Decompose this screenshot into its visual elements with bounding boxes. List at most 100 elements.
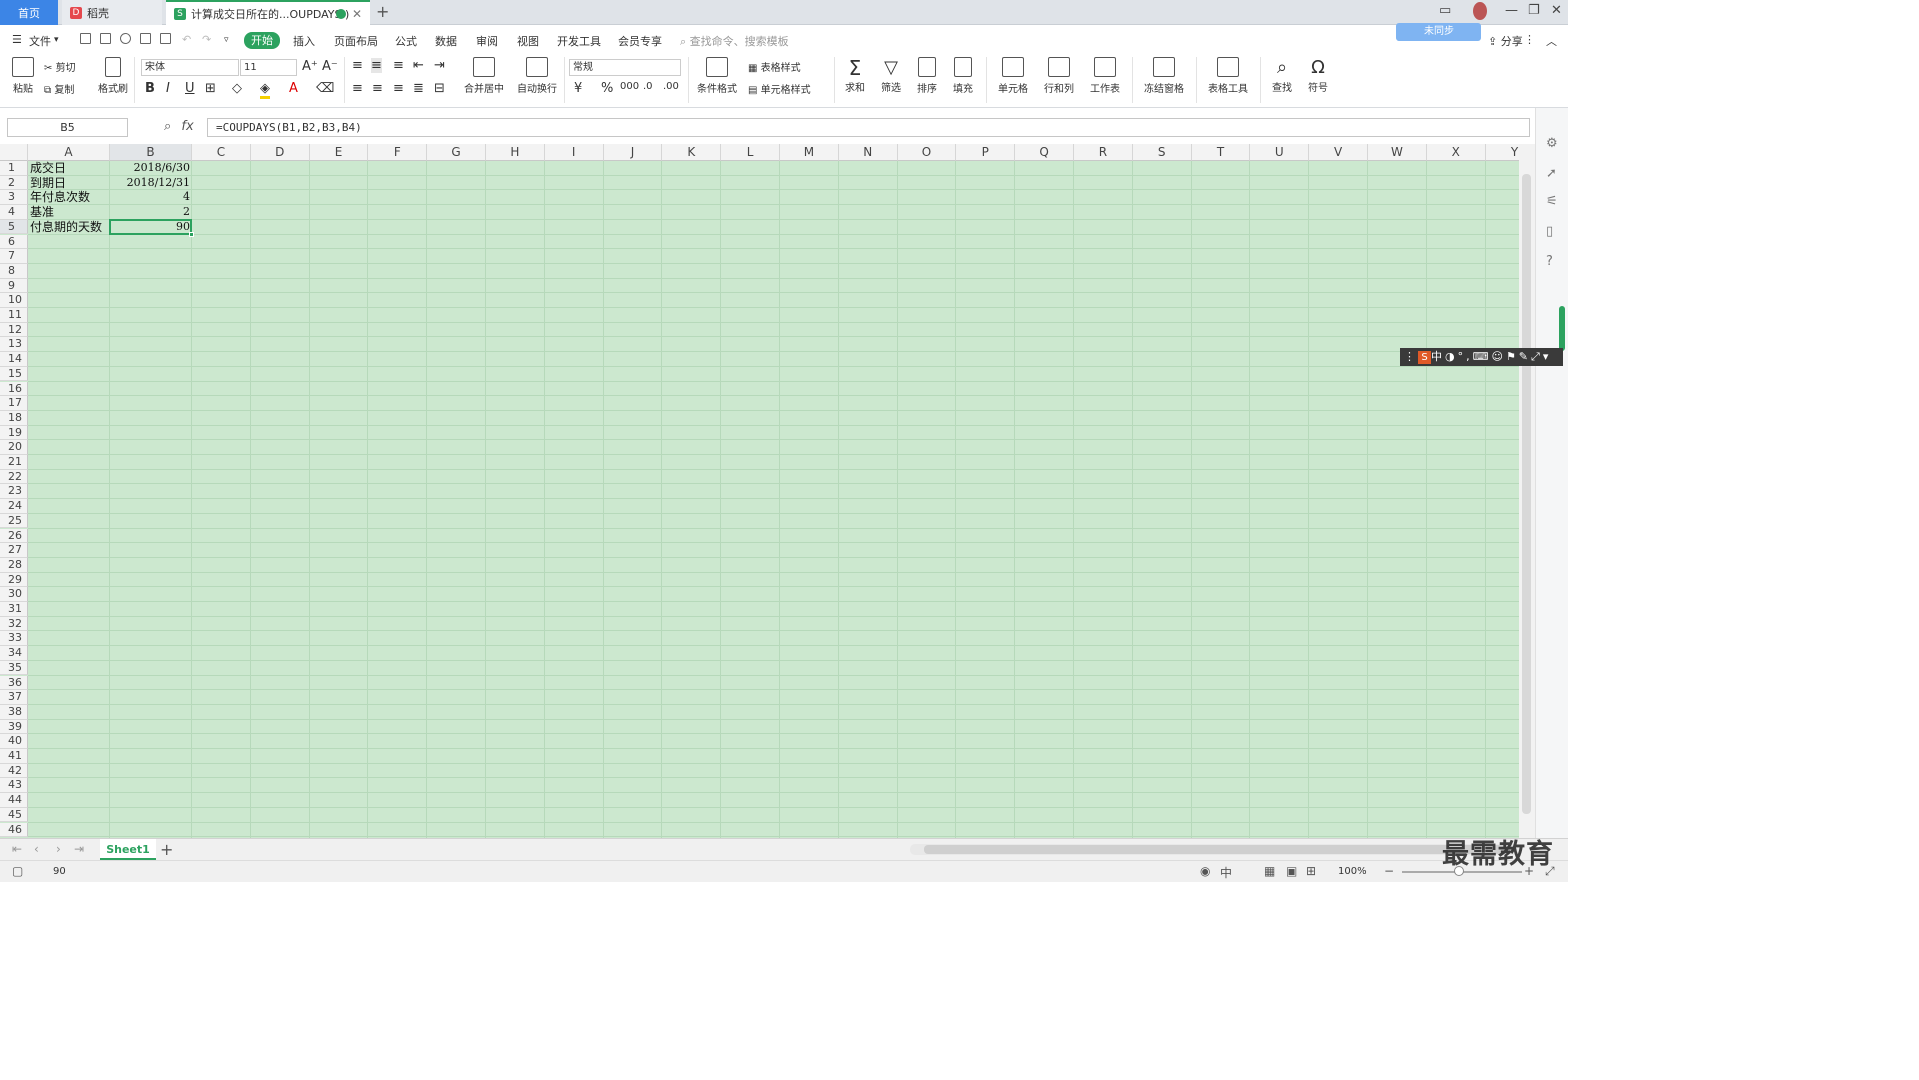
cursor-icon[interactable]: ➚ — [1546, 166, 1557, 181]
conditional-format-button[interactable]: 条件格式 — [692, 57, 742, 95]
justify-icon[interactable]: ≣ — [413, 81, 424, 96]
ime-toolbar[interactable]: ⋮ S 中◑°,⌨☺⚑✎⤢▾ — [1400, 348, 1563, 366]
page-layout-view-icon[interactable]: ▣ — [1286, 864, 1297, 878]
worksheet-button[interactable]: 工作表 — [1084, 57, 1126, 95]
cell-b3[interactable]: 4 — [110, 190, 192, 205]
row-header-29[interactable]: 29 — [0, 572, 28, 588]
cell-a5[interactable]: 付息期的天数 — [30, 220, 110, 235]
indent-icon[interactable]: ⇥ — [434, 58, 445, 73]
help-icon[interactable]: ? — [1546, 254, 1553, 269]
first-sheet-icon[interactable]: ⇤ — [12, 842, 22, 856]
column-header-f[interactable]: F — [368, 144, 428, 161]
fill-button[interactable]: 填充 — [948, 57, 978, 95]
column-header-h[interactable]: H — [486, 144, 545, 161]
row-header-12[interactable]: 12 — [0, 322, 28, 338]
align-middle-icon[interactable]: ≡ — [371, 58, 382, 73]
italic-icon[interactable]: I — [166, 81, 170, 96]
decrease-font-icon[interactable]: A⁻ — [322, 59, 338, 74]
export-icon[interactable] — [120, 33, 131, 44]
zoom-out-icon[interactable]: − — [1384, 864, 1394, 878]
align-bottom-icon[interactable]: ≡ — [393, 58, 404, 73]
cell-a2[interactable]: 到期日 — [30, 176, 110, 191]
collapse-ribbon-icon[interactable]: ︿ — [1546, 33, 1557, 49]
column-header-p[interactable]: P — [956, 144, 1016, 161]
column-header-d[interactable]: D — [250, 144, 310, 161]
font-name-select[interactable]: 宋体 — [141, 59, 239, 76]
row-header-3[interactable]: 3 — [0, 190, 28, 206]
horizontal-scrollbar[interactable] — [910, 844, 1520, 855]
row-header-4[interactable]: 4 — [0, 205, 28, 220]
align-center-icon[interactable]: ≡ — [372, 81, 383, 96]
cell-a1[interactable]: 成交日 — [30, 161, 110, 176]
row-header-1[interactable]: 1 — [0, 161, 28, 176]
menu-review[interactable]: 审阅 — [476, 33, 498, 49]
column-header-m[interactable]: M — [780, 144, 839, 161]
sheet-tab-sheet1[interactable]: Sheet1 — [100, 839, 156, 860]
close-tab-icon[interactable]: ✕ — [352, 7, 362, 21]
new-tab-button[interactable]: + — [376, 2, 389, 21]
align-left-icon[interactable]: ≡ — [352, 81, 363, 96]
window-mode-icon[interactable]: ▭ — [1439, 3, 1451, 18]
menu-view[interactable]: 视图 — [517, 33, 539, 49]
horizontal-scroll-thumb[interactable] — [924, 845, 1514, 854]
menu-start[interactable]: 开始 — [244, 32, 280, 49]
print-preview-icon[interactable] — [160, 33, 171, 44]
status-ime[interactable]: 中 — [1220, 864, 1232, 881]
row-header-21[interactable]: 21 — [0, 455, 28, 470]
column-header-a[interactable]: A — [28, 144, 110, 161]
cell-fill-style-icon[interactable]: ◇ — [232, 81, 242, 96]
tab-home[interactable]: 首页 — [0, 0, 58, 25]
column-header-w[interactable]: W — [1368, 144, 1427, 161]
more-icon[interactable]: ⋮ — [1524, 33, 1535, 46]
row-header-8[interactable]: 8 — [0, 263, 28, 279]
menu-insert[interactable]: 插入 — [293, 33, 315, 49]
last-sheet-icon[interactable]: ⇥ — [74, 842, 84, 856]
align-top-icon[interactable]: ≡ — [352, 58, 363, 73]
row-header-33[interactable]: 33 — [0, 631, 28, 647]
row-header-9[interactable]: 9 — [0, 278, 28, 294]
macro-record-icon[interactable]: ▢ — [12, 864, 23, 878]
column-header-y[interactable]: Y — [1485, 144, 1519, 161]
column-header-r[interactable]: R — [1074, 144, 1133, 161]
column-header-t[interactable]: T — [1191, 144, 1251, 161]
rocket-icon[interactable]: ⚙ — [1546, 136, 1558, 151]
selected-cell-b5[interactable] — [109, 219, 192, 235]
normal-view-icon[interactable]: ▦ — [1264, 864, 1275, 878]
share-button[interactable]: ⇪ 分享 — [1488, 33, 1523, 49]
increase-decimal-icon[interactable]: .0 — [643, 81, 653, 92]
cell-b2[interactable]: 2018/12/31 — [110, 176, 192, 191]
restore-icon[interactable]: ❐ — [1528, 3, 1540, 18]
add-sheet-button[interactable]: + — [160, 840, 173, 859]
cell-a3[interactable]: 年付息次数 — [30, 190, 110, 205]
row-header-19[interactable]: 19 — [0, 425, 28, 441]
name-box[interactable]: B5 — [7, 118, 128, 137]
row-header-27[interactable]: 27 — [0, 543, 28, 558]
underline-icon[interactable]: U — [185, 81, 195, 96]
find-button[interactable]: ⌕ 查找 — [1266, 57, 1298, 94]
row-header-30[interactable]: 30 — [0, 587, 28, 602]
row-header-35[interactable]: 35 — [0, 660, 28, 676]
tab-current-doc[interactable]: S 计算成交日所在的...OUPDAYS ) ✕ — [166, 0, 370, 25]
menu-member[interactable]: 会员专享 — [618, 33, 662, 49]
row-header-15[interactable]: 15 — [0, 366, 28, 382]
vertical-scrollbar[interactable] — [1519, 144, 1535, 838]
save-icon[interactable] — [100, 33, 111, 44]
row-header-45[interactable]: 45 — [0, 807, 28, 823]
row-header-38[interactable]: 38 — [0, 704, 28, 720]
column-header-n[interactable]: N — [838, 144, 898, 161]
column-header-j[interactable]: J — [603, 144, 663, 161]
fill-handle[interactable] — [189, 232, 194, 237]
avatar[interactable] — [1473, 2, 1487, 20]
tab-docer[interactable]: D 稻壳 — [62, 0, 162, 25]
percent-icon[interactable]: % — [601, 81, 613, 96]
print-icon[interactable] — [140, 33, 151, 44]
row-header-14[interactable]: 14 — [0, 352, 28, 367]
row-header-31[interactable]: 31 — [0, 602, 28, 617]
column-header-o[interactable]: O — [897, 144, 957, 161]
clear-format-icon[interactable]: ⌫ — [316, 81, 334, 96]
table-tools-button[interactable]: 表格工具 — [1202, 57, 1254, 95]
paste-button[interactable]: 粘贴 — [8, 57, 38, 95]
row-header-44[interactable]: 44 — [0, 793, 28, 808]
column-header-x[interactable]: X — [1426, 144, 1486, 161]
row-header-25[interactable]: 25 — [0, 513, 28, 529]
